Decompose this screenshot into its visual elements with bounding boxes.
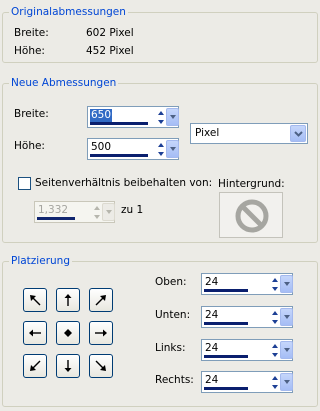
new-width-spin-down-icon[interactable] [156, 117, 166, 126]
top-margin-value: 24 [205, 276, 219, 288]
bottom-margin-spin-up-icon[interactable] [270, 308, 280, 317]
diamond-icon [64, 329, 72, 337]
unit-select-value: Pixel [195, 127, 220, 139]
new-height-field[interactable]: 500 [87, 138, 179, 160]
placement-top-right-button[interactable] [89, 288, 113, 312]
original-dimensions-group: Originalabmessungen Breite: 602 Pixel Hö… [2, 6, 318, 63]
aspect-ratio-field[interactable]: 1,332 [34, 201, 115, 223]
new-height-spin-down-icon[interactable] [156, 149, 166, 158]
right-margin-field[interactable]: 24 [201, 371, 293, 393]
top-margin-label: Oben: [155, 276, 187, 288]
new-dimensions-title: Neue Abmessungen [9, 77, 119, 89]
new-height-label: Höhe: [14, 140, 45, 152]
top-margin-spin-down-icon[interactable] [270, 284, 280, 293]
arrow-up-left-icon [30, 295, 41, 306]
arrow-up-icon [64, 294, 72, 306]
new-width-spin-up-icon[interactable] [156, 108, 166, 117]
placement-title: Platzierung [9, 255, 72, 267]
arrow-down-right-icon [95, 360, 106, 371]
new-width-field[interactable]: 650 [87, 106, 179, 128]
placement-top-button[interactable] [56, 288, 80, 312]
right-margin-label: Rechts: [155, 374, 194, 386]
placement-bottom-left-button[interactable] [23, 354, 47, 378]
left-margin-field[interactable]: 24 [201, 339, 293, 361]
new-width-value: 650 [90, 109, 113, 122]
bottom-margin-dropdown-icon[interactable] [280, 308, 293, 326]
keep-aspect-checkbox[interactable] [18, 177, 31, 190]
unit-select[interactable]: Pixel [190, 123, 308, 144]
left-margin-level-bar [204, 355, 248, 358]
aspect-ratio-level-bar [37, 217, 75, 220]
placement-bottom-button[interactable] [56, 354, 80, 378]
top-margin-field[interactable]: 24 [201, 273, 293, 295]
right-margin-spin-up-icon[interactable] [270, 373, 280, 382]
new-height-spin-up-icon[interactable] [156, 140, 166, 149]
new-dimensions-group: Neue Abmessungen Breite: 650 Höhe: 500 P… [2, 77, 318, 243]
new-height-level-bar [90, 154, 148, 157]
original-height-value: 452 Pixel [86, 45, 134, 57]
top-margin-spin-up-icon[interactable] [270, 275, 280, 284]
placement-right-button[interactable] [89, 321, 113, 345]
chevron-down-icon[interactable] [290, 125, 306, 142]
placement-group: Platzierung Oben: 24 Unten: 24 Links: 24… [2, 255, 318, 407]
aspect-dropdown-icon[interactable] [102, 203, 115, 221]
aspect-ratio-value: 1,332 [38, 204, 69, 216]
left-margin-spin-up-icon[interactable] [270, 341, 280, 350]
original-width-label: Breite: [14, 27, 49, 39]
aspect-suffix-label: zu 1 [121, 204, 144, 216]
left-margin-value: 24 [205, 342, 219, 354]
placement-top-left-button[interactable] [23, 288, 47, 312]
arrow-up-right-icon [95, 295, 106, 306]
aspect-spin-down-icon[interactable] [92, 212, 102, 221]
top-margin-dropdown-icon[interactable] [280, 275, 293, 293]
placement-center-button[interactable] [56, 321, 80, 345]
new-width-dropdown-icon[interactable] [166, 108, 179, 126]
original-dimensions-title: Originalabmessungen [9, 6, 128, 18]
right-margin-value: 24 [205, 374, 219, 386]
top-margin-level-bar [204, 289, 248, 292]
right-margin-spin-down-icon[interactable] [270, 382, 280, 391]
original-height-label: Höhe: [14, 45, 45, 57]
arrow-down-left-icon [30, 360, 41, 371]
aspect-spin-up-icon[interactable] [92, 203, 102, 212]
placement-bottom-right-button[interactable] [89, 354, 113, 378]
arrow-right-icon [95, 329, 107, 337]
left-margin-dropdown-icon[interactable] [280, 341, 293, 359]
bottom-margin-value: 24 [205, 309, 219, 321]
placement-left-button[interactable] [23, 321, 47, 345]
right-margin-dropdown-icon[interactable] [280, 373, 293, 391]
new-height-value: 500 [91, 141, 112, 153]
right-margin-level-bar [204, 387, 248, 390]
background-label: Hintergrund: [218, 178, 285, 190]
bottom-margin-label: Unten: [155, 309, 191, 321]
new-width-label: Breite: [14, 108, 49, 120]
original-width-value: 602 Pixel [86, 27, 134, 39]
bottom-margin-field[interactable]: 24 [201, 306, 293, 328]
left-margin-label: Links: [155, 342, 186, 354]
arrow-left-icon [29, 329, 41, 337]
bottom-margin-level-bar [204, 322, 248, 325]
left-margin-spin-down-icon[interactable] [270, 350, 280, 359]
no-color-icon [235, 199, 269, 233]
background-color-swatch[interactable] [219, 192, 283, 238]
bottom-margin-spin-down-icon[interactable] [270, 317, 280, 326]
new-width-level-bar [90, 122, 148, 125]
arrow-down-icon [64, 360, 72, 372]
keep-aspect-label[interactable]: Seitenverhältnis beibehalten von: [35, 177, 212, 189]
new-height-dropdown-icon[interactable] [166, 140, 179, 158]
